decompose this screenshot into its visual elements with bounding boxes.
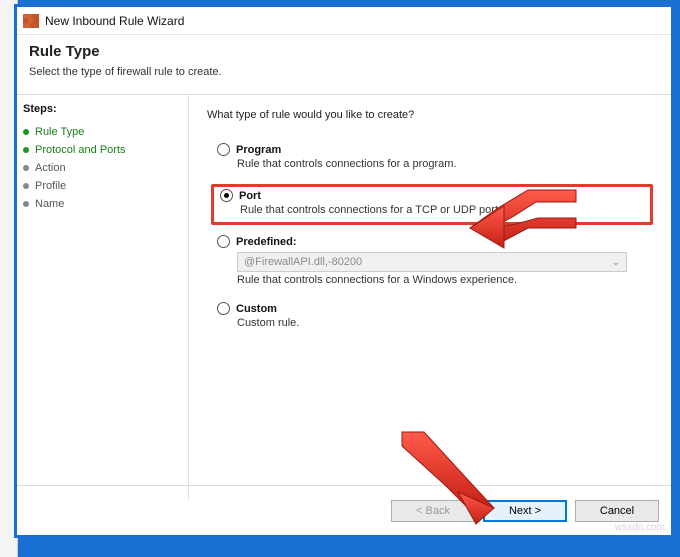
option-port: Port Rule that controls connections for … <box>211 184 653 225</box>
option-desc: Rule that controls connections for a Win… <box>237 274 647 286</box>
rule-type-prompt: What type of rule would you like to crea… <box>207 109 653 121</box>
titlebar[interactable]: New Inbound Rule Wizard <box>17 7 671 35</box>
chevron-down-icon: ⌄ <box>612 257 620 268</box>
step-label: Protocol and Ports <box>35 144 126 156</box>
radio-port[interactable] <box>220 189 233 202</box>
watermark: wsxdn.com <box>615 522 665 533</box>
dropdown-value: @FirewallAPI.dll,-80200 <box>244 256 362 268</box>
option-label[interactable]: Port <box>239 190 261 202</box>
step-label: Profile <box>35 180 66 192</box>
page-subtitle: Select the type of firewall rule to crea… <box>29 66 659 78</box>
cancel-button[interactable]: Cancel <box>575 500 659 522</box>
radio-program[interactable] <box>217 143 230 156</box>
option-label[interactable]: Predefined: <box>236 236 297 248</box>
option-program: Program Rule that controls connections f… <box>211 141 653 176</box>
option-custom: Custom Custom rule. <box>211 300 653 335</box>
page-title: Rule Type <box>29 43 659 60</box>
wizard-window: New Inbound Rule Wizard Rule Type Select… <box>16 6 672 536</box>
bullet-icon <box>23 147 29 153</box>
option-desc: Rule that controls connections for a pro… <box>237 158 647 170</box>
step-profile[interactable]: Profile <box>23 177 182 195</box>
steps-sidebar: Steps: Rule Type Protocol and Ports Acti… <box>17 95 189 500</box>
option-desc: Custom rule. <box>237 317 647 329</box>
wizard-button-bar: < Back Next > Cancel <box>17 485 671 535</box>
bullet-icon <box>23 165 29 171</box>
radio-custom[interactable] <box>217 302 230 315</box>
option-label[interactable]: Program <box>236 144 281 156</box>
predefined-dropdown[interactable]: @FirewallAPI.dll,-80200 ⌄ <box>237 252 627 272</box>
step-protocol-ports[interactable]: Protocol and Ports <box>23 141 182 159</box>
back-button[interactable]: < Back <box>391 500 475 522</box>
option-predefined: Predefined: @FirewallAPI.dll,-80200 ⌄ Ru… <box>211 233 653 292</box>
bullet-icon <box>23 129 29 135</box>
option-desc: Rule that controls connections for a TCP… <box>240 204 644 216</box>
next-button[interactable]: Next > <box>483 500 567 522</box>
firewall-icon <box>23 14 39 28</box>
step-label: Name <box>35 198 64 210</box>
wizard-content: What type of rule would you like to crea… <box>189 95 671 500</box>
bullet-icon <box>23 201 29 207</box>
step-rule-type[interactable]: Rule Type <box>23 123 182 141</box>
wizard-header: Rule Type Select the type of firewall ru… <box>17 35 671 95</box>
bullet-icon <box>23 183 29 189</box>
step-name[interactable]: Name <box>23 195 182 213</box>
window-title: New Inbound Rule Wizard <box>45 14 184 28</box>
step-label: Action <box>35 162 66 174</box>
steps-header: Steps: <box>23 103 182 115</box>
step-label: Rule Type <box>35 126 84 138</box>
radio-predefined[interactable] <box>217 235 230 248</box>
option-label[interactable]: Custom <box>236 303 277 315</box>
step-action[interactable]: Action <box>23 159 182 177</box>
